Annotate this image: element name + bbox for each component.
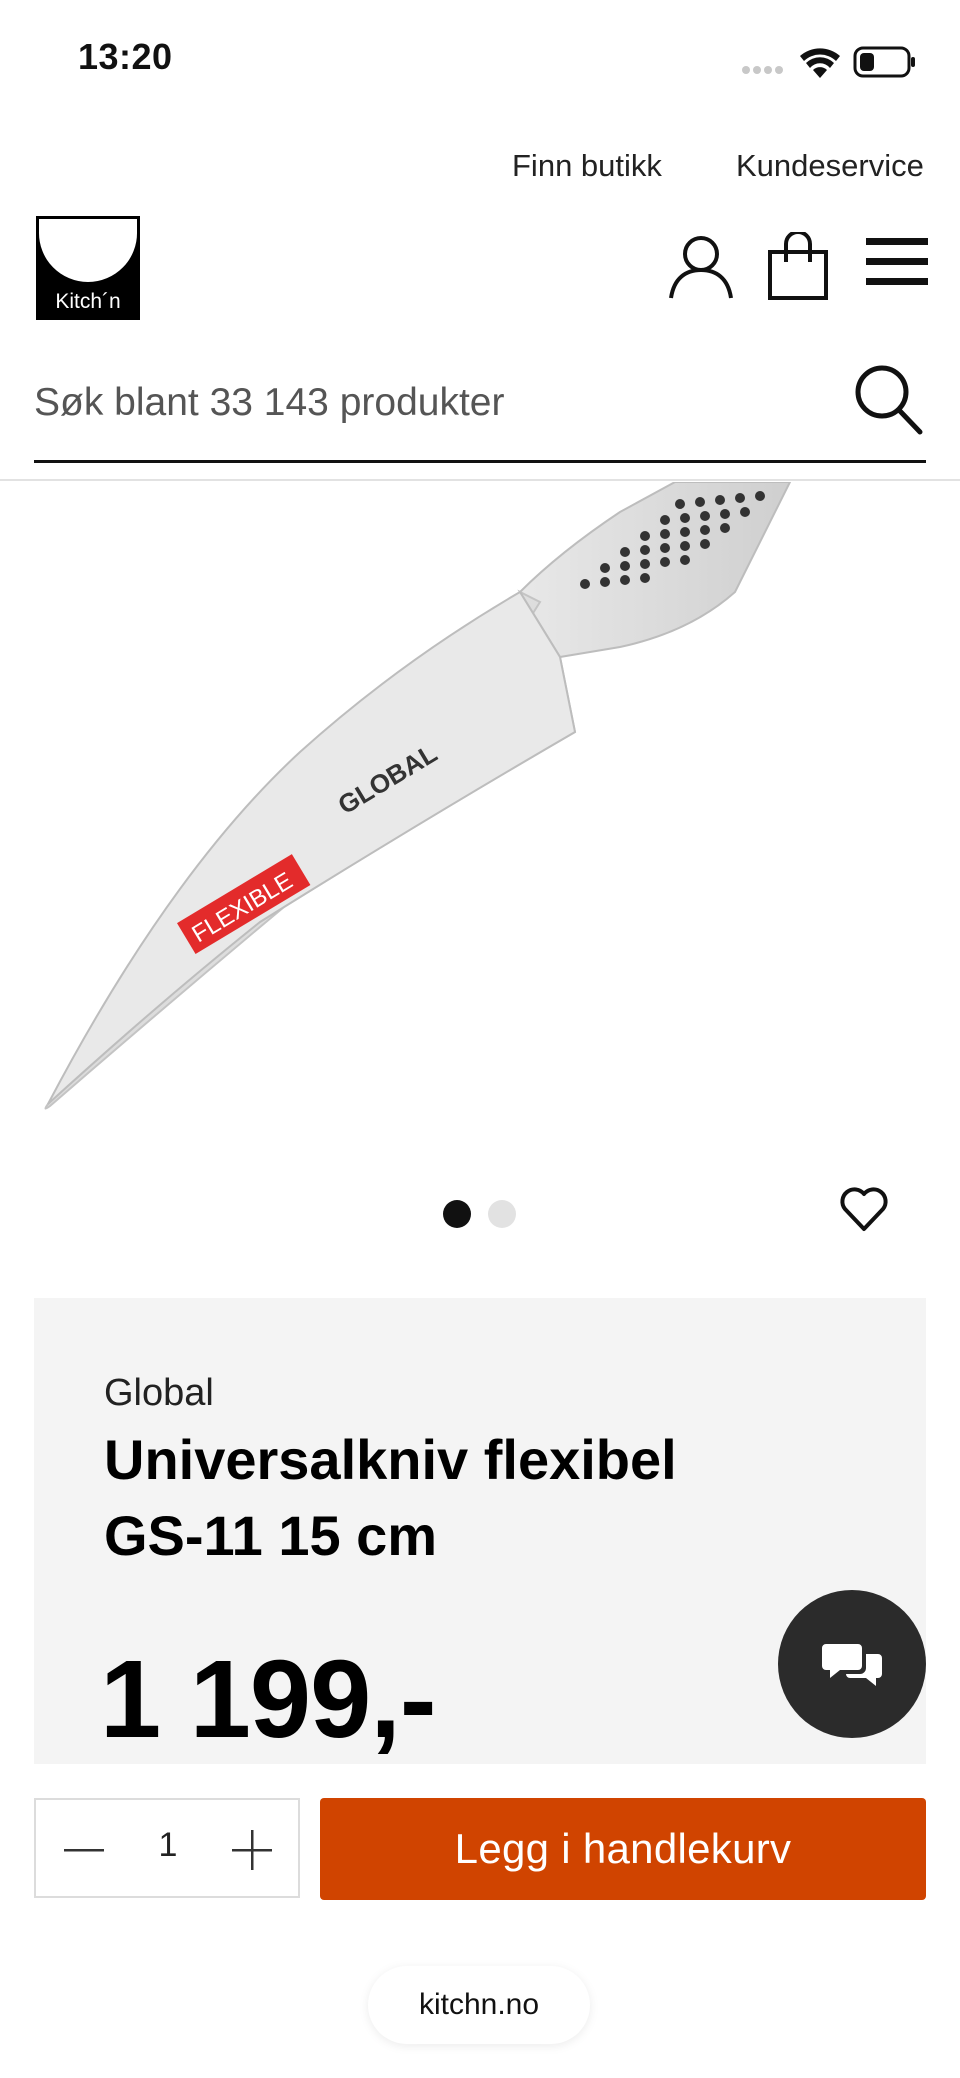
carousel-dot-1[interactable] — [443, 1200, 471, 1228]
find-store-link[interactable]: Finn butikk — [512, 148, 662, 184]
hamburger-menu-icon[interactable] — [864, 232, 930, 297]
chat-icon — [822, 1644, 882, 1686]
search-icon[interactable] — [854, 364, 924, 441]
wifi-icon — [800, 48, 840, 78]
search-bar — [34, 360, 926, 463]
kitchn-logo[interactable]: Kitch´n — [36, 216, 140, 320]
increase-quantity-button[interactable] — [232, 1830, 272, 1870]
customer-service-link[interactable]: Kundeservice — [736, 148, 924, 184]
battery-icon — [853, 46, 915, 78]
chat-button[interactable] — [778, 1590, 926, 1738]
quantity-value[interactable]: 1 — [136, 1826, 200, 1865]
status-indicators — [740, 40, 920, 84]
product-image[interactable]: FLEXIBLE GLOBAL — [0, 482, 960, 1142]
product-brand[interactable]: Global — [104, 1372, 214, 1415]
decrease-quantity-button[interactable] — [64, 1830, 104, 1870]
divider — [0, 479, 960, 481]
search-input[interactable] — [34, 360, 834, 446]
knife-handle — [518, 482, 792, 659]
knife-blade — [44, 589, 577, 1110]
cellular-signal-icon — [742, 66, 783, 74]
heart-icon[interactable] — [838, 1184, 890, 1239]
carousel-dot-2[interactable] — [488, 1200, 516, 1228]
logo-text: Kitch´n — [55, 290, 121, 313]
shopping-bag-icon[interactable] — [766, 230, 830, 307]
quantity-stepper: 1 — [34, 1798, 300, 1898]
user-icon[interactable] — [666, 232, 736, 307]
browser-url[interactable]: kitchn.no — [368, 1966, 590, 2044]
add-to-cart-button[interactable]: Legg i handlekurv — [320, 1798, 926, 1900]
product-price: 1 199,- — [100, 1638, 436, 1761]
status-time: 13:20 — [78, 36, 173, 77]
product-title: Universalkniv flexibel GS-11 15 cm — [104, 1428, 677, 1567]
